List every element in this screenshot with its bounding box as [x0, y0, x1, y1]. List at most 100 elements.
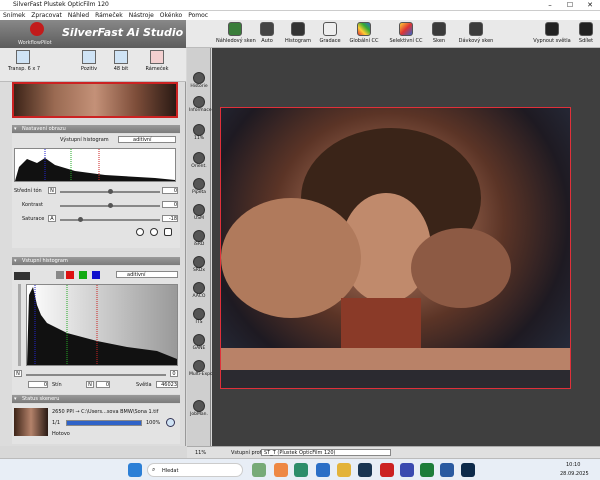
jobmanager-tool[interactable]: JobMan. — [189, 400, 209, 417]
zoom-tool[interactable]: 11% — [189, 124, 209, 141]
orientation-tool[interactable]: Orient. — [189, 152, 209, 169]
channel-blue-swatch[interactable] — [92, 271, 100, 279]
midtone-slider[interactable] — [60, 189, 160, 194]
status-bar: 11% Vstupní profil: ST_T (Plustek OpticF… — [187, 446, 600, 458]
browser-icon[interactable] — [294, 463, 308, 477]
left-panel: Transp. 6 x 7 Pozitiv 48 bit Rámeček Nas… — [0, 48, 186, 446]
close-button[interactable]: ✕ — [580, 0, 600, 11]
info-tool[interactable]: Informace — [189, 96, 212, 113]
menu-ramecek[interactable]: Rámeček — [92, 11, 126, 20]
saturation-slider[interactable] — [60, 217, 160, 222]
shadow-value[interactable]: 0 — [28, 381, 48, 388]
preview-image[interactable] — [220, 107, 571, 389]
menu-zpracovat[interactable]: Zpracovat — [28, 11, 65, 20]
usm-tool[interactable]: USM — [189, 204, 209, 221]
play-icon[interactable] — [150, 228, 158, 236]
midtone-key[interactable]: N — [48, 187, 56, 194]
midtone-knob[interactable] — [108, 189, 113, 194]
word-icon[interactable] — [400, 463, 414, 477]
lights-off-button[interactable]: Vypnout světla — [530, 22, 574, 44]
saturation-knob[interactable] — [78, 217, 83, 222]
shadow-key[interactable]: N — [86, 381, 94, 388]
histogram-mode-select[interactable]: aditivní — [118, 136, 176, 143]
corner-right-value[interactable]: 0 — [170, 370, 178, 377]
menu-nahled[interactable]: Náhled — [65, 11, 92, 20]
preview-canvas[interactable] — [212, 48, 600, 446]
clock-date: 28.09.2025 — [560, 471, 589, 477]
contrast-value[interactable]: 0 — [162, 201, 178, 208]
menu-nastroje[interactable]: Nástroje — [126, 11, 157, 20]
channel-gray-swatch[interactable] — [56, 271, 64, 279]
help-icon[interactable] — [136, 228, 144, 236]
maximize-button[interactable]: ☐ — [560, 0, 580, 11]
selective-cc-button[interactable]: Selektivní CC — [387, 22, 425, 44]
positive-button[interactable]: Pozitiv — [74, 50, 104, 72]
input-histogram — [26, 284, 178, 366]
minimize-button[interactable]: – — [540, 0, 560, 11]
scan-button[interactable]: Sken — [426, 22, 452, 44]
preview-thumbnail[interactable] — [12, 82, 178, 118]
app-blue-icon[interactable] — [440, 463, 454, 477]
highlight-value[interactable]: 46023 — [156, 381, 178, 388]
share-button[interactable]: Sdílet — [574, 22, 598, 44]
explorer-icon[interactable] — [337, 463, 351, 477]
excel-icon[interactable] — [420, 463, 434, 477]
film-format-icon — [16, 50, 30, 64]
edge-icon[interactable] — [316, 463, 330, 477]
tool-sidebar: Historie Informace 11% Orient. Pipeta US… — [187, 48, 213, 446]
reset-icon[interactable] — [164, 228, 172, 236]
input-histogram-panel: aditivní N 0 0 Stín N 0 Světla 46023 — [12, 266, 180, 394]
scanner-status-header[interactable]: Status skeneru — [12, 395, 180, 403]
shadow-key-value[interactable]: 0 — [96, 381, 110, 388]
gradation-button[interactable]: Gradace — [315, 22, 345, 44]
input-histogram-header[interactable]: Vstupní histogram — [12, 257, 180, 265]
image-adjust-header[interactable]: Nastavení obrazu — [12, 125, 180, 133]
histogram-tools-icon[interactable] — [14, 272, 30, 280]
menu-okenko[interactable]: Okénko — [157, 11, 185, 20]
contrast-slider[interactable] — [60, 203, 160, 208]
chrome-icon[interactable] — [274, 463, 288, 477]
bit-depth-button[interactable]: 48 bit — [107, 50, 135, 72]
gane-tool[interactable]: GANE — [189, 334, 209, 351]
menu-pomoc[interactable]: Pomoc — [185, 11, 211, 20]
workflow-pilot-label[interactable]: WorkflowPilot — [18, 40, 52, 46]
saturation-value[interactable]: -18 — [162, 215, 178, 222]
scanner-info-icon[interactable] — [166, 418, 175, 427]
aaco-tool[interactable]: AACO — [189, 282, 209, 299]
film-format-button[interactable]: Transp. 6 x 7 — [8, 50, 40, 72]
prescan-button[interactable]: Náhledový sken — [216, 22, 256, 44]
menu-snimek[interactable]: Snímek — [0, 11, 28, 20]
widgets-icon[interactable] — [252, 463, 266, 477]
contrast-knob[interactable] — [108, 203, 113, 208]
saturation-key[interactable]: A — [48, 215, 56, 222]
batch-scan-button[interactable]: Dávkový sken — [454, 22, 498, 44]
isrd-tool[interactable]: iSRD — [189, 230, 209, 247]
app-red-icon[interactable] — [380, 463, 394, 477]
corner-left-key[interactable]: N — [14, 370, 22, 377]
window-title: SilverFast Plustek OpticFilm 120 — [13, 1, 109, 8]
histogram-button[interactable]: Histogram — [281, 22, 315, 44]
pipette-tool[interactable]: Pipeta — [189, 178, 209, 195]
midtone-value[interactable]: 0 — [162, 187, 178, 194]
input-range-slider[interactable] — [26, 374, 166, 376]
frame-button[interactable]: Rámeček — [141, 50, 173, 72]
silverfast-taskbar-icon[interactable] — [461, 463, 475, 477]
histogram-vertical-slider[interactable] — [18, 284, 21, 366]
its-tool[interactable]: ITS — [189, 308, 209, 325]
global-cc-button[interactable]: Globální CC — [345, 22, 383, 44]
srdx-tool[interactable]: SRDx — [189, 256, 209, 273]
history-tool[interactable]: Historie — [189, 72, 209, 89]
profile-select[interactable]: ST_T (Plustek OpticFilm 120) — [261, 449, 391, 456]
auto-button[interactable]: Auto — [253, 22, 281, 44]
search-input[interactable]: ⌕ Hledat — [147, 463, 243, 477]
photoshop-icon[interactable] — [358, 463, 372, 477]
channel-green-swatch[interactable] — [79, 271, 87, 279]
scan-progress-bar — [66, 420, 142, 426]
history-icon — [193, 72, 205, 84]
start-icon[interactable] — [128, 463, 142, 477]
multi-expo-tool[interactable]: Multi-Expo — [189, 360, 213, 377]
taskbar: ⌕ Hledat 10:10 28.09.2025 — [0, 458, 600, 480]
saturation-label: Saturace — [22, 216, 45, 222]
input-mode-select[interactable]: aditivní — [116, 271, 178, 278]
channel-red-swatch[interactable] — [66, 271, 74, 279]
